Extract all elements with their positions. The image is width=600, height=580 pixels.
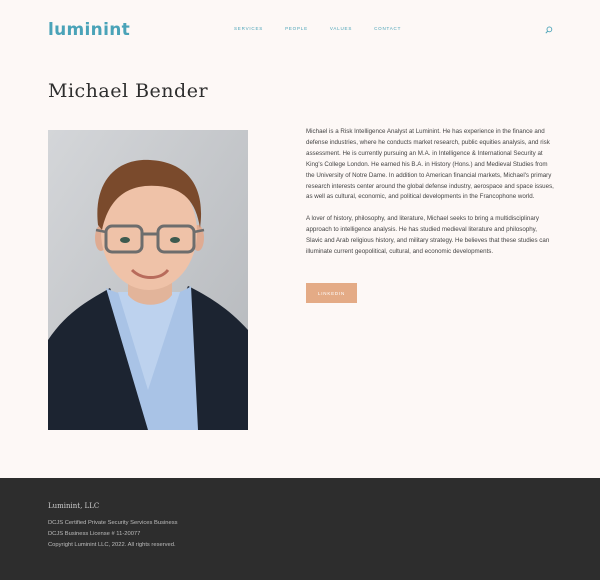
bio-paragraph-2: A lover of history, philosophy, and lite… xyxy=(306,215,550,256)
site-header: luminint SERVICES PEOPLE VALUES CONTACT xyxy=(0,0,600,60)
search-icon[interactable] xyxy=(545,26,553,34)
site-footer: Luminint, LLC DCJS Certified Private Sec… xyxy=(0,478,600,580)
footer-line: DCJS Certified Private Security Services… xyxy=(48,520,178,526)
page-title: Michael Bender xyxy=(48,80,209,102)
main-nav: SERVICES PEOPLE VALUES CONTACT xyxy=(234,26,423,31)
profile-photo xyxy=(48,130,248,430)
nav-item-people[interactable]: PEOPLE xyxy=(285,26,308,31)
site-logo[interactable]: luminint xyxy=(48,20,130,40)
footer-line: Copyright Luminint LLC, 2022. All rights… xyxy=(48,542,176,548)
nav-item-services[interactable]: SERVICES xyxy=(234,26,263,31)
nav-item-contact[interactable]: CONTACT xyxy=(374,26,401,31)
nav-item-values[interactable]: VALUES xyxy=(330,26,352,31)
linkedin-button[interactable]: LINKEDIN xyxy=(306,283,357,303)
footer-line: DCJS Business License # 11-20077 xyxy=(48,531,141,537)
bio-paragraph-1: Michael is a Risk Intelligence Analyst a… xyxy=(306,128,554,201)
profile-bio: Michael is a Risk Intelligence Analyst a… xyxy=(306,127,554,269)
footer-company: Luminint, LLC xyxy=(48,502,100,510)
